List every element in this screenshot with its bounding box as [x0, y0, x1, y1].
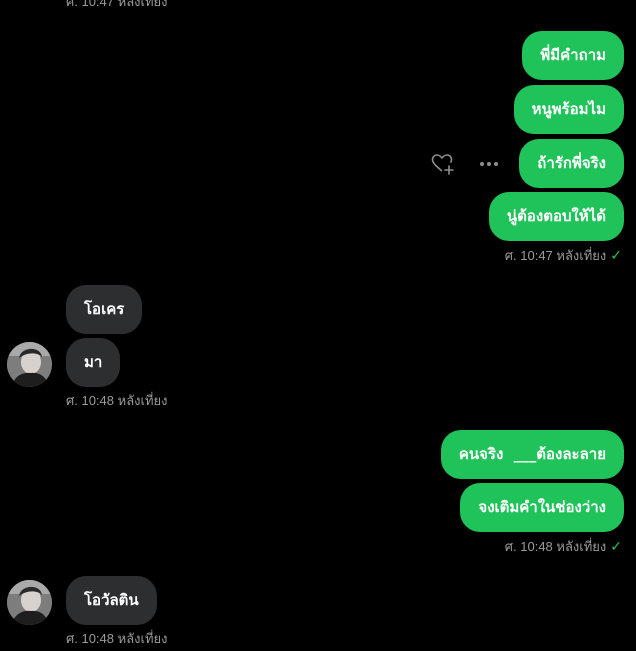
avatar-image: [7, 342, 52, 387]
heart-plus-icon: [431, 154, 454, 175]
outgoing-message[interactable]: คนจริง ___ต้องละลาย: [440, 430, 624, 479]
timestamp-text: ศ. 10:47 หลังเที่ยง: [66, 0, 168, 9]
chat-thread: ศ. 10:47 หลังเที่ยง พี่มีคำถาม หนูพร้อมไ…: [0, 0, 636, 651]
message-timestamp: ศ. 10:47 หลังเที่ยง: [66, 0, 167, 12]
message-text: ถ้ารักพี่จริง: [537, 154, 606, 172]
incoming-message[interactable]: โอเคร: [66, 285, 143, 334]
outgoing-message[interactable]: นู่ต้องตอบให้ได้: [488, 192, 624, 241]
message-timestamp: ศ. 10:48 หลังเที่ยง: [66, 390, 167, 411]
timestamp-text: ศ. 10:48 หลังเที่ยง: [504, 539, 607, 554]
message-text: มา: [84, 353, 103, 371]
timestamp-text: ศ. 10:47 หลังเที่ยง: [504, 248, 607, 263]
outgoing-message[interactable]: ถ้ารักพี่จริง: [519, 139, 624, 188]
message-text: หนูพร้อมไม: [531, 100, 606, 118]
outgoing-message[interactable]: จงเติมคำในช่องว่าง: [460, 483, 624, 532]
more-horizontal-icon: [480, 162, 498, 166]
avatar-image: [7, 580, 52, 625]
message-text: โอวัลติน: [84, 591, 139, 609]
message-text: จงเติมคำในช่องว่าง: [478, 498, 606, 516]
message-text: นู่ต้องตอบให้ได้: [506, 207, 606, 225]
message-timestamp: ศ. 10:48 หลังเที่ยง ✓: [505, 536, 622, 557]
message-text: โอเคร: [84, 300, 125, 318]
read-check-icon: ✓: [610, 538, 622, 554]
timestamp-text: ศ. 10:48 หลังเที่ยง: [66, 393, 168, 408]
incoming-message[interactable]: มา: [66, 338, 121, 387]
message-text: พี่มีคำถาม: [540, 46, 606, 64]
read-check-icon: ✓: [610, 247, 622, 263]
avatar[interactable]: [7, 580, 52, 625]
message-timestamp: ศ. 10:48 หลังเที่ยง: [66, 628, 167, 649]
incoming-message[interactable]: โอวัลติน: [66, 576, 157, 625]
message-timestamp: ศ. 10:47 หลังเที่ยง ✓: [505, 245, 622, 266]
outgoing-message[interactable]: พี่มีคำถาม: [522, 31, 624, 80]
react-button[interactable]: [430, 151, 456, 177]
more-options-button[interactable]: [476, 151, 502, 177]
outgoing-message[interactable]: หนูพร้อมไม: [513, 85, 624, 134]
timestamp-text: ศ. 10:48 หลังเที่ยง: [66, 631, 168, 646]
avatar[interactable]: [7, 342, 52, 387]
message-text: คนจริง ___ต้องละลาย: [458, 445, 606, 463]
